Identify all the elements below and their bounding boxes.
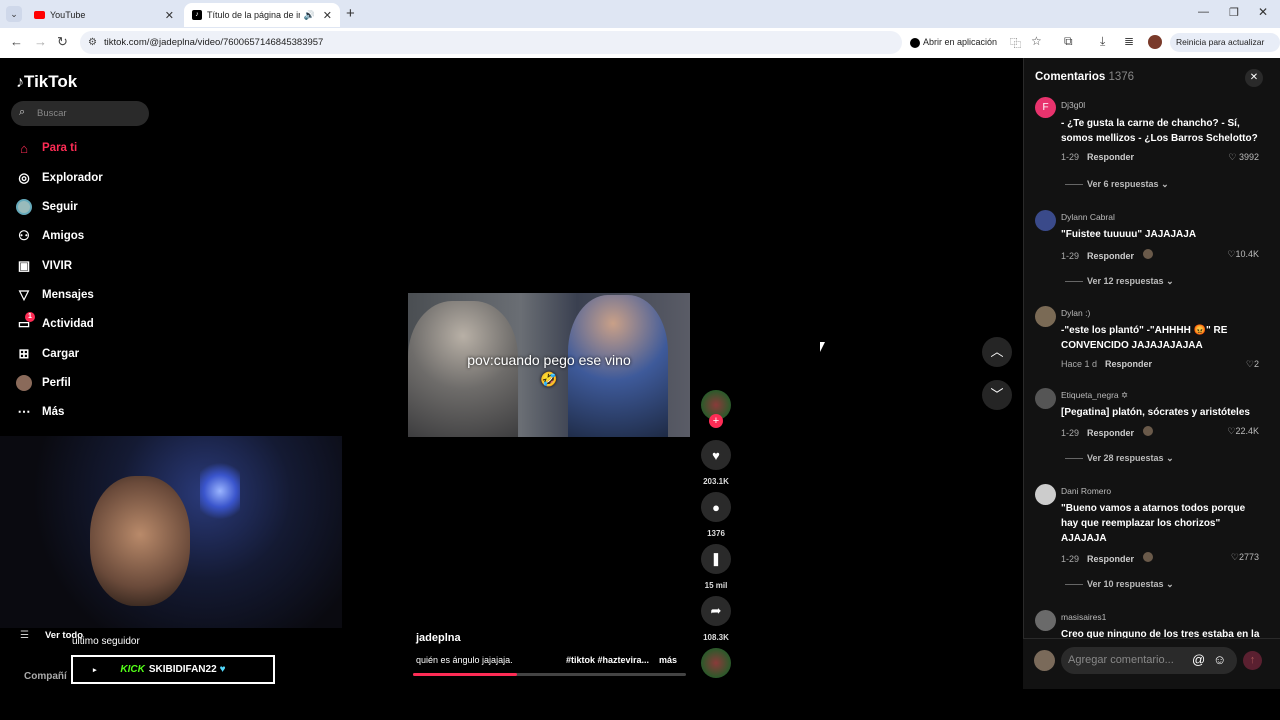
music-disc-avatar[interactable]: [701, 648, 731, 678]
comment-input-placeholder: Agregar comentario...: [1068, 654, 1174, 666]
comment-like-button[interactable]: ♡22.4K: [1227, 426, 1259, 437]
comment-meta: 1-29 Responder: [1061, 152, 1134, 162]
comment-text: "Fuistee tuuuuu" JAJAJAJA: [1061, 229, 1197, 240]
video-progress-fill: [413, 673, 517, 676]
comment-username[interactable]: Etiqueta_negra ✡︎: [1061, 390, 1128, 401]
kick-logo: KICK: [120, 664, 145, 675]
reply-button[interactable]: Responder: [1087, 251, 1134, 261]
creator-avatar-icon: [1142, 426, 1153, 436]
more-link[interactable]: más: [659, 655, 677, 665]
hashtags[interactable]: #tiktok #haztevira...: [566, 655, 649, 665]
comment-text: - ¿Te gusta la carne de chancho? - Sí, s…: [1061, 118, 1258, 144]
arrow-up-icon: ↑: [1249, 654, 1256, 666]
comment-username[interactable]: Dylan :): [1061, 308, 1090, 318]
view-replies-button[interactable]: Ver 28 respuestas ⌄: [1065, 453, 1174, 464]
avatar[interactable]: [1035, 210, 1056, 231]
comment-username[interactable]: Dani Romero: [1061, 486, 1111, 496]
comment-meta: 1-29 Responder: [1061, 249, 1153, 261]
comment-like-count: 3992: [1238, 152, 1259, 162]
description-text: quién es ángulo jajajaja.: [416, 655, 513, 665]
creator-avatar-icon: [1142, 249, 1153, 259]
compania-label: Compañí: [24, 671, 67, 682]
comment-like-count: 2: [1253, 359, 1259, 369]
comment-date: 1-29: [1061, 428, 1080, 438]
comment-item: masisaires1 Creo que ninguno de los tres…: [1035, 610, 1265, 638]
heart-icon: ♥: [219, 664, 226, 675]
comment-date: 1-29: [1061, 251, 1080, 261]
comment-username[interactable]: masisaires1: [1061, 612, 1106, 622]
comment-item: Etiqueta_negra ✡︎ [Pegatina] platón, sóc…: [1035, 388, 1265, 468]
comment-meta: Hace 1 d Responder: [1061, 359, 1152, 369]
comment-item: F Dj3g0l - ¿Te gusta la carne de chancho…: [1035, 97, 1265, 197]
comment-meta: 1-29 Responder: [1061, 552, 1153, 564]
reply-button[interactable]: Responder: [1105, 359, 1152, 369]
video-progress-track[interactable]: [413, 673, 686, 676]
view-replies-label: Ver 6 respuestas: [1087, 179, 1159, 189]
comment-meta: 1-29 Responder: [1061, 426, 1153, 438]
view-replies-label: Ver 10 respuestas: [1087, 579, 1164, 589]
comment-date: Hace 1 d: [1061, 359, 1098, 369]
comment-like-count: 10.4K: [1235, 249, 1259, 259]
creator-avatar-icon: [1142, 552, 1153, 562]
avatar[interactable]: [1035, 484, 1056, 505]
avatar[interactable]: [1035, 610, 1056, 631]
comment-text: "Bueno vamos a atarnos todos porque hay …: [1061, 503, 1246, 544]
comment-like-button[interactable]: ♡10.4K: [1227, 249, 1259, 260]
last-follower-box: ▸ KICK SKIBIDIFAN22 ♥: [71, 655, 275, 684]
view-replies-label: Ver 28 respuestas: [1087, 453, 1164, 463]
reply-button[interactable]: Responder: [1087, 428, 1134, 438]
avatar[interactable]: F: [1035, 97, 1056, 118]
follower-name: SKIBIDIFAN22: [148, 664, 217, 675]
comment-like-button[interactable]: ♡2773: [1231, 552, 1259, 563]
avatar: [1034, 650, 1055, 671]
comment-date: 1-29: [1061, 554, 1080, 564]
comment-like-count: 2773: [1238, 552, 1259, 562]
view-replies-label: Ver 12 respuestas: [1087, 276, 1164, 286]
view-replies-button[interactable]: Ver 12 respuestas ⌄: [1065, 276, 1174, 287]
reply-button[interactable]: Responder: [1087, 554, 1134, 564]
avatar[interactable]: [1035, 388, 1056, 409]
comment-like-button[interactable]: ♡2: [1246, 359, 1259, 370]
comments-list: F Dj3g0l - ¿Te gusta la carne de chancho…: [0, 0, 1280, 638]
comment-like-count: 22.4K: [1235, 426, 1259, 436]
emoji-icon[interactable]: ☺: [1213, 652, 1226, 667]
comment-text: -"este los plantó" -"AHHHH 😡" RE CONVENC…: [1061, 325, 1228, 351]
avatar[interactable]: [1035, 306, 1056, 327]
play-icon: ▸: [93, 666, 97, 674]
comment-item: Dylan :) -"este los plantó" -"AHHHH 😡" R…: [1035, 306, 1265, 376]
video-description: quién es ángulo jajajaja. #tiktok #hazte…: [416, 655, 696, 665]
comment-username[interactable]: Dj3g0l: [1061, 100, 1085, 110]
post-comment-button[interactable]: ↑: [1243, 651, 1262, 670]
comment-text: Creo que ninguno de los tres estaba en l…: [1061, 629, 1260, 638]
comment-text: [Pegatina] platón, sócrates y aristótele…: [1061, 407, 1250, 418]
comment-username[interactable]: Dylann Cabral: [1061, 212, 1115, 222]
comment-item: Dani Romero "Bueno vamos a atarnos todos…: [1035, 484, 1265, 594]
comment-date: 1-29: [1061, 152, 1080, 162]
mention-icon[interactable]: @: [1192, 652, 1205, 667]
comment-input[interactable]: Agregar comentario... @ ☺: [1061, 647, 1237, 674]
comment-like-button[interactable]: ♡ 3992: [1228, 152, 1259, 163]
view-replies-button[interactable]: Ver 10 respuestas ⌄: [1065, 579, 1174, 590]
view-replies-button[interactable]: Ver 6 respuestas ⌄: [1065, 179, 1169, 190]
reply-button[interactable]: Responder: [1087, 152, 1134, 162]
comment-item: Dylann Cabral "Fuistee tuuuuu" JAJAJAJA …: [1035, 210, 1265, 300]
